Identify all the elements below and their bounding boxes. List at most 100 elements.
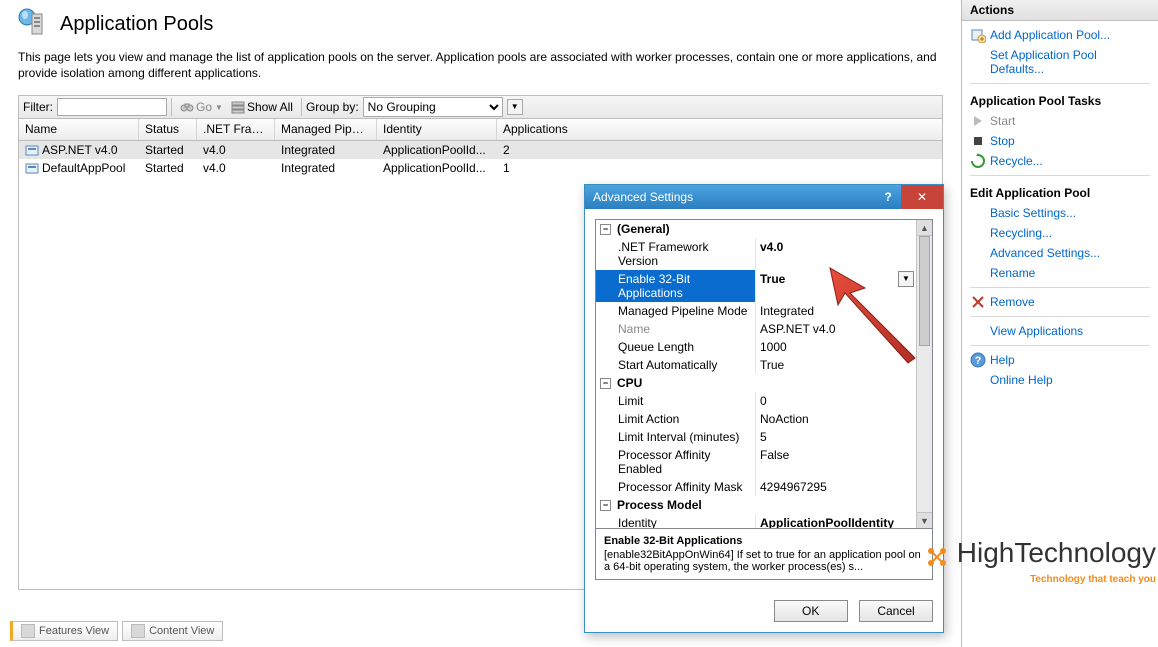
grid-row[interactable]: DefaultAppPoolStartedv4.0IntegratedAppli…	[19, 159, 942, 177]
scrollbar[interactable]: ▲ ▼	[916, 220, 932, 528]
stop-action[interactable]: Stop	[970, 131, 1150, 151]
property-value[interactable]: False	[756, 446, 916, 478]
recycle-action[interactable]: Recycle...	[970, 151, 1150, 171]
col-status[interactable]: Status	[139, 119, 197, 140]
go-button[interactable]: Go ▼	[176, 100, 227, 114]
dialog-buttons: OK Cancel	[585, 590, 943, 632]
col-net-framework[interactable]: .NET Fram...	[197, 119, 275, 140]
chevron-down-icon: ▼	[215, 103, 223, 112]
property-description: Enable 32-Bit Applications [enable32BitA…	[595, 529, 933, 580]
dropdown-button[interactable]: ▼	[898, 271, 914, 287]
advanced-settings[interactable]: Advanced Settings...	[970, 243, 1150, 263]
property-value[interactable]: Integrated	[756, 302, 916, 320]
content-icon	[131, 624, 145, 638]
property-grid: −(General).NET Framework Versionv4.0Enab…	[595, 219, 933, 529]
property-value[interactable]: ApplicationPoolIdentity	[756, 514, 916, 529]
help-link[interactable]: ? Help	[970, 350, 1150, 370]
tasks-heading: Application Pool Tasks	[970, 88, 1150, 111]
scroll-up-arrow[interactable]: ▲	[917, 220, 932, 236]
property-value[interactable]: 5	[756, 428, 916, 446]
recycling-settings[interactable]: Recycling...	[970, 223, 1150, 243]
property-row[interactable]: Limit0	[596, 392, 916, 410]
property-value[interactable]: True▼	[756, 270, 916, 302]
property-value[interactable]: True	[756, 356, 916, 374]
play-icon	[970, 113, 986, 129]
collapse-icon[interactable]: −	[600, 224, 611, 235]
grid-header: Name Status .NET Fram... Managed Pipel..…	[19, 119, 942, 141]
page-title: Application Pools	[60, 13, 213, 36]
property-row[interactable]: Enable 32-Bit ApplicationsTrue▼	[596, 270, 916, 302]
dialog-close-button[interactable]: ✕	[901, 185, 943, 209]
property-value[interactable]: v4.0	[756, 238, 916, 270]
divider	[970, 345, 1150, 346]
show-all-icon	[231, 100, 245, 114]
collapse-icon[interactable]: −	[600, 378, 611, 389]
property-name: Start Automatically	[596, 356, 756, 374]
property-row[interactable]: IdentityApplicationPoolIdentity	[596, 514, 916, 529]
scroll-down-arrow[interactable]: ▼	[917, 512, 932, 528]
col-applications[interactable]: Applications	[497, 119, 942, 140]
grid-row[interactable]: ASP.NET v4.0Startedv4.0IntegratedApplica…	[19, 141, 942, 159]
dialog-help-button[interactable]: ?	[875, 190, 901, 204]
scroll-thumb[interactable]	[919, 236, 930, 346]
property-value[interactable]: ASP.NET v4.0	[756, 320, 916, 338]
group-by-label: Group by:	[306, 100, 359, 114]
show-all-button[interactable]: Show All	[227, 100, 297, 114]
edit-heading: Edit Application Pool	[970, 180, 1150, 203]
property-value[interactable]: 0	[756, 392, 916, 410]
col-managed-pipeline[interactable]: Managed Pipel...	[275, 119, 377, 140]
online-help-link[interactable]: Online Help	[970, 370, 1150, 390]
property-category[interactable]: −Process Model	[596, 496, 916, 514]
dialog-titlebar[interactable]: Advanced Settings ? ✕	[585, 185, 943, 209]
property-row[interactable]: Queue Length1000	[596, 338, 916, 356]
ok-button[interactable]: OK	[774, 600, 848, 622]
view-tabs: Features View Content View	[10, 621, 223, 641]
property-row[interactable]: Limit Interval (minutes)5	[596, 428, 916, 446]
pool-icon	[25, 161, 39, 175]
property-name: Limit Interval (minutes)	[596, 428, 756, 446]
property-row[interactable]: Start AutomaticallyTrue	[596, 356, 916, 374]
property-category[interactable]: −CPU	[596, 374, 916, 392]
start-action: Start	[970, 111, 1150, 131]
page-header: Application Pools	[0, 0, 961, 50]
separator	[171, 98, 172, 116]
col-name[interactable]: Name	[19, 119, 139, 140]
property-row[interactable]: Processor Affinity EnabledFalse	[596, 446, 916, 478]
cancel-button[interactable]: Cancel	[859, 600, 933, 622]
filter-label: Filter:	[23, 100, 53, 114]
watermark-title: HighTechnology	[957, 537, 1156, 568]
set-defaults[interactable]: Set Application Pool Defaults...	[970, 45, 1150, 79]
basic-settings[interactable]: Basic Settings...	[970, 203, 1150, 223]
add-icon	[970, 27, 986, 43]
rename-action[interactable]: Rename	[970, 263, 1150, 283]
dialog-body: −(General).NET Framework Versionv4.0Enab…	[585, 209, 943, 590]
add-application-pool[interactable]: Add Application Pool...	[970, 25, 1150, 45]
property-row[interactable]: Managed Pipeline ModeIntegrated	[596, 302, 916, 320]
property-category[interactable]: −(General)	[596, 220, 916, 238]
property-value[interactable]: 4294967295	[756, 478, 916, 496]
property-value[interactable]: NoAction	[756, 410, 916, 428]
help-icon: ?	[970, 352, 986, 368]
view-applications[interactable]: View Applications	[970, 321, 1150, 341]
property-row[interactable]: NameASP.NET v4.0	[596, 320, 916, 338]
divider	[970, 316, 1150, 317]
desc-name: Enable 32-Bit Applications	[604, 535, 924, 547]
actions-body: Add Application Pool... Set Application …	[962, 21, 1158, 394]
group-by-select[interactable]: No Grouping	[363, 97, 503, 117]
property-name: Limit Action	[596, 410, 756, 428]
view-options-button[interactable]: ▼	[507, 99, 523, 115]
content-view-tab[interactable]: Content View	[122, 621, 223, 641]
advanced-settings-dialog: Advanced Settings ? ✕ −(General).NET Fra…	[584, 184, 944, 633]
property-row[interactable]: .NET Framework Versionv4.0	[596, 238, 916, 270]
actions-header: Actions	[962, 0, 1158, 21]
property-row[interactable]: Limit ActionNoAction	[596, 410, 916, 428]
collapse-icon[interactable]: −	[600, 500, 611, 511]
remove-action[interactable]: Remove	[970, 292, 1150, 312]
property-name: Limit	[596, 392, 756, 410]
property-row[interactable]: Processor Affinity Mask4294967295	[596, 478, 916, 496]
property-value[interactable]: 1000	[756, 338, 916, 356]
filter-input[interactable]	[57, 98, 167, 116]
watermark: HighTechnology Technology that teach you	[923, 537, 1156, 585]
features-view-tab[interactable]: Features View	[10, 621, 118, 641]
col-identity[interactable]: Identity	[377, 119, 497, 140]
